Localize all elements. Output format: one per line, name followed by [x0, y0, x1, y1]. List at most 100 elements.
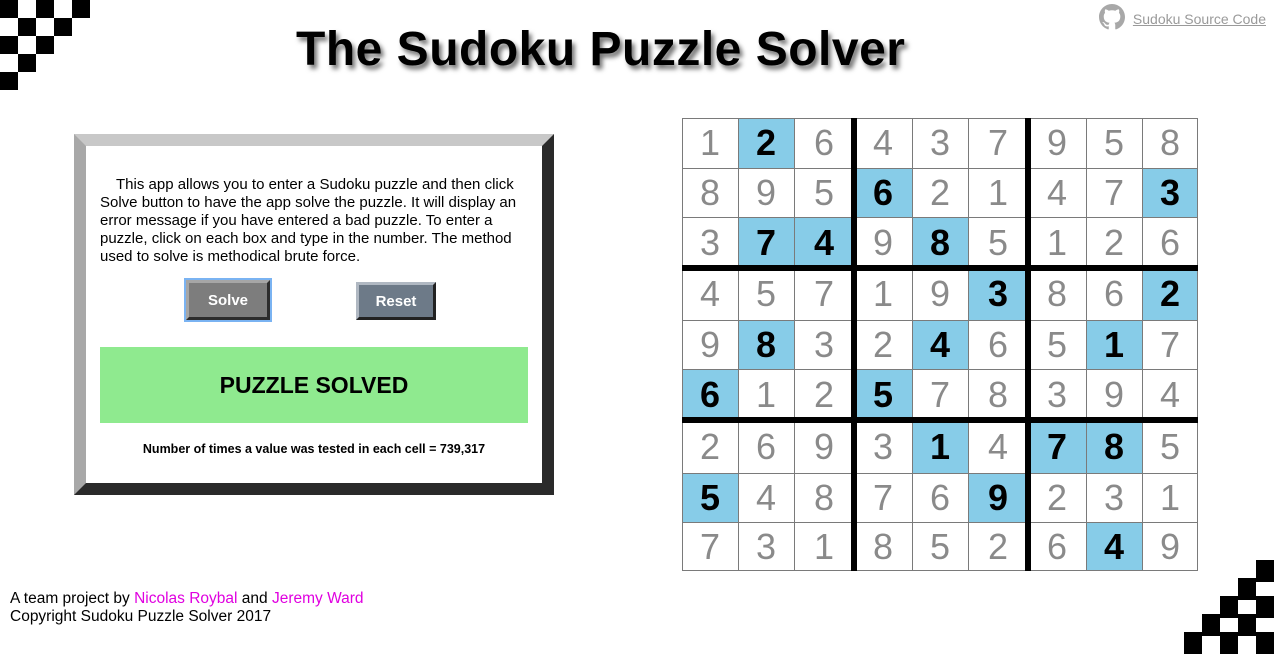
sudoku-cell[interactable]: 2 [794, 369, 854, 420]
sudoku-cell[interactable]: 4 [682, 268, 738, 320]
sudoku-cell[interactable]: 2 [682, 420, 738, 473]
sudoku-cell[interactable]: 6 [1142, 217, 1198, 268]
checker-square [1256, 632, 1274, 654]
sudoku-cell[interactable]: 7 [854, 473, 912, 522]
grid-line [794, 118, 795, 571]
sudoku-cell[interactable]: 7 [738, 217, 794, 268]
sudoku-cell[interactable]: 4 [912, 320, 968, 369]
sudoku-cell[interactable]: 1 [854, 268, 912, 320]
sudoku-cell[interactable]: 5 [1028, 320, 1086, 369]
sudoku-cell[interactable]: 5 [794, 168, 854, 217]
sudoku-cell[interactable]: 9 [1086, 369, 1142, 420]
copyright-text: Copyright Sudoku Puzzle Solver 2017 [10, 608, 272, 625]
sudoku-cell[interactable]: 9 [968, 473, 1028, 522]
sudoku-cell[interactable]: 1 [968, 168, 1028, 217]
sudoku-cell[interactable]: 3 [912, 118, 968, 168]
sudoku-cell[interactable]: 9 [738, 168, 794, 217]
sudoku-cell[interactable]: 4 [738, 473, 794, 522]
sudoku-cell[interactable]: 9 [1028, 118, 1086, 168]
instructions-panel: This app allows you to enter a Sudoku pu… [74, 134, 554, 495]
sudoku-cell[interactable]: 6 [854, 168, 912, 217]
sudoku-cell[interactable]: 5 [968, 217, 1028, 268]
sudoku-cell[interactable]: 1 [1086, 320, 1142, 369]
author-link-nicolas[interactable]: Nicolas Roybal [134, 590, 237, 607]
sudoku-cell[interactable]: 7 [682, 522, 738, 571]
sudoku-cell[interactable]: 6 [912, 473, 968, 522]
sudoku-cell[interactable]: 6 [1086, 268, 1142, 320]
sudoku-cell[interactable]: 8 [794, 473, 854, 522]
sudoku-cell[interactable]: 9 [1142, 522, 1198, 571]
sudoku-cell[interactable]: 5 [738, 268, 794, 320]
sudoku-cell[interactable]: 1 [794, 522, 854, 571]
sudoku-cell[interactable]: 8 [682, 168, 738, 217]
sudoku-cell[interactable]: 7 [1086, 168, 1142, 217]
sudoku-cell[interactable]: 8 [738, 320, 794, 369]
sudoku-cell[interactable]: 7 [912, 369, 968, 420]
sudoku-cell[interactable]: 4 [968, 420, 1028, 473]
sudoku-cell[interactable]: 3 [1028, 369, 1086, 420]
checker-square [0, 0, 18, 18]
sudoku-cell[interactable]: 7 [968, 118, 1028, 168]
sudoku-cell[interactable]: 5 [912, 522, 968, 571]
sudoku-cell[interactable]: 8 [1028, 268, 1086, 320]
checker-square [1184, 632, 1202, 654]
sudoku-cell[interactable]: 6 [682, 369, 738, 420]
author-link-jeremy[interactable]: Jeremy Ward [272, 590, 364, 607]
sudoku-cell[interactable]: 5 [682, 473, 738, 522]
sudoku-cell[interactable]: 4 [794, 217, 854, 268]
sudoku-cell[interactable]: 7 [1142, 320, 1198, 369]
reset-button[interactable]: Reset [356, 282, 436, 320]
sudoku-cell[interactable]: 5 [854, 369, 912, 420]
sudoku-cell[interactable]: 8 [1142, 118, 1198, 168]
sudoku-cell[interactable]: 8 [968, 369, 1028, 420]
sudoku-cell[interactable]: 6 [794, 118, 854, 168]
sudoku-cell[interactable]: 4 [1028, 168, 1086, 217]
sudoku-cell[interactable]: 5 [1142, 420, 1198, 473]
sudoku-cell[interactable]: 2 [1028, 473, 1086, 522]
sudoku-cell[interactable]: 2 [968, 522, 1028, 571]
sudoku-cell[interactable]: 3 [1142, 168, 1198, 217]
sudoku-cell[interactable]: 6 [1028, 522, 1086, 571]
sudoku-cell[interactable]: 2 [854, 320, 912, 369]
checker-pattern-bottom-right [1178, 560, 1274, 654]
status-message: PUZZLE SOLVED [100, 347, 528, 423]
sudoku-cell[interactable]: 3 [682, 217, 738, 268]
sudoku-cell[interactable]: 7 [1028, 420, 1086, 473]
sudoku-cell[interactable]: 2 [738, 118, 794, 168]
sudoku-cell[interactable]: 1 [1028, 217, 1086, 268]
checker-square [1220, 596, 1238, 618]
sudoku-cell[interactable]: 6 [968, 320, 1028, 369]
sudoku-cell[interactable]: 3 [794, 320, 854, 369]
sudoku-cell[interactable]: 1 [1142, 473, 1198, 522]
checker-square [36, 0, 54, 18]
source-code-link[interactable]: Sudoku Source Code [1098, 4, 1266, 33]
sudoku-cell[interactable]: 6 [738, 420, 794, 473]
sudoku-cell[interactable]: 4 [854, 118, 912, 168]
sudoku-cell[interactable]: 9 [794, 420, 854, 473]
sudoku-cell[interactable]: 3 [738, 522, 794, 571]
sudoku-cell[interactable]: 2 [1142, 268, 1198, 320]
github-icon [1098, 4, 1125, 33]
sudoku-cell[interactable]: 9 [912, 268, 968, 320]
sudoku-cell[interactable]: 1 [912, 420, 968, 473]
sudoku-cell[interactable]: 3 [968, 268, 1028, 320]
sudoku-cell[interactable]: 3 [854, 420, 912, 473]
sudoku-cell[interactable]: 2 [912, 168, 968, 217]
sudoku-cell[interactable]: 1 [738, 369, 794, 420]
solve-button[interactable]: Solve [184, 278, 272, 322]
sudoku-cell[interactable]: 4 [1142, 369, 1198, 420]
sudoku-cell[interactable]: 3 [1086, 473, 1142, 522]
checker-square [0, 72, 18, 90]
checker-square [72, 0, 90, 18]
sudoku-cell[interactable]: 7 [794, 268, 854, 320]
sudoku-cell[interactable]: 4 [1086, 522, 1142, 571]
sudoku-cell[interactable]: 1 [682, 118, 738, 168]
sudoku-cell[interactable]: 2 [1086, 217, 1142, 268]
sudoku-cell[interactable]: 5 [1086, 118, 1142, 168]
sudoku-cell[interactable]: 9 [682, 320, 738, 369]
sudoku-cell[interactable]: 8 [854, 522, 912, 571]
sudoku-cell[interactable]: 9 [854, 217, 912, 268]
sudoku-cell[interactable]: 8 [1086, 420, 1142, 473]
grid-line [682, 168, 1198, 169]
sudoku-cell[interactable]: 8 [912, 217, 968, 268]
